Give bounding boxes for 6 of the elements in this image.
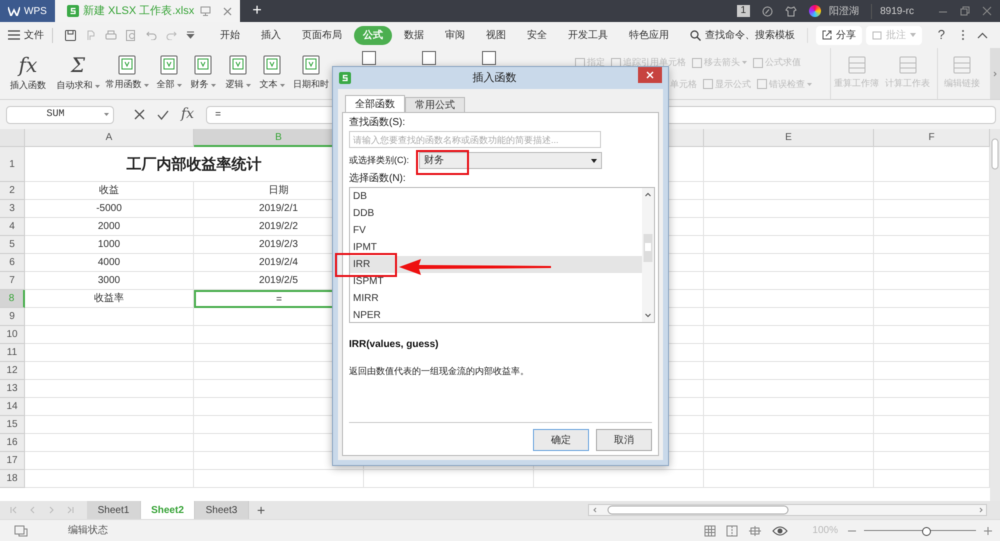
function-description: 返回由数值代表的一组现金流的内部收益率。 [349, 365, 529, 378]
field-label: 查找函数(S): [349, 116, 406, 130]
function-signature: IRR(values, guess) [349, 338, 440, 352]
status-text: 编辑状态 [68, 524, 108, 538]
field-label: 或选择类别(C): [349, 154, 410, 167]
dialog-title: 插入函数 [472, 70, 518, 86]
